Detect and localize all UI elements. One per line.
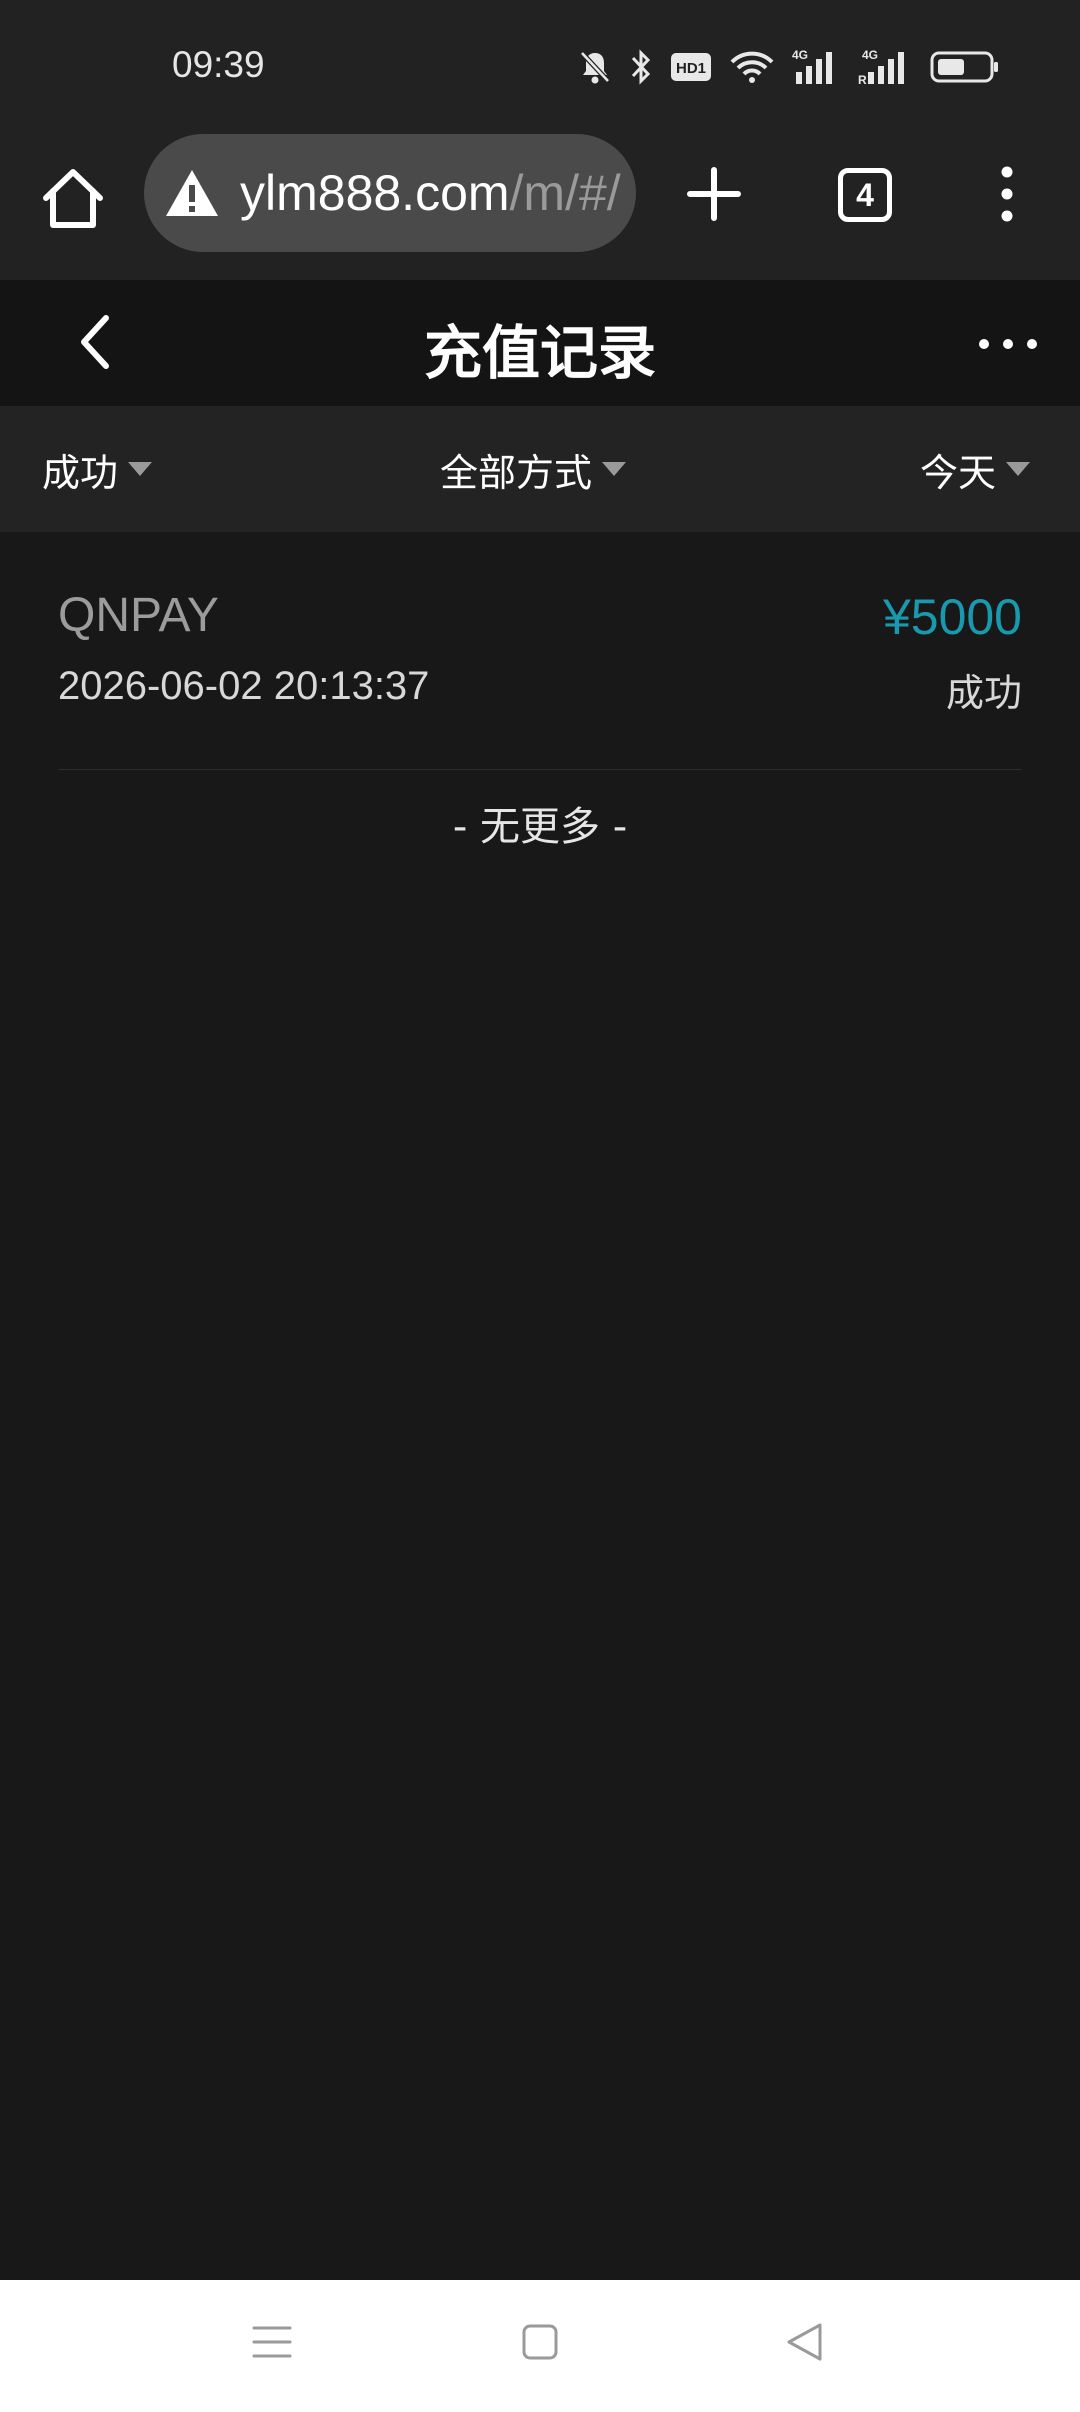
back-triangle-icon[interactable] [786, 2322, 822, 2362]
overflow-menu-icon[interactable] [992, 162, 1022, 226]
record-method: QNPAY [58, 589, 219, 642]
svg-text:HD1: HD1 [676, 60, 706, 77]
caret-down-icon [128, 462, 153, 476]
wifi-icon [730, 51, 774, 83]
system-nav-bar [0, 2280, 1080, 2412]
recent-apps-icon[interactable] [252, 2322, 292, 2362]
url-text[interactable]: ylm888.com/m/#/ [240, 164, 621, 222]
list-item[interactable]: QNPAY ¥5000 2026-06-02 20:13:37 成功 [58, 578, 1022, 770]
address-bar[interactable]: ylm888.com/m/#/ [144, 134, 636, 252]
caret-down-icon [602, 462, 627, 476]
page-title: 充值记录 [423, 319, 656, 387]
record-status: 成功 [945, 671, 1022, 715]
list-end-text: - 无更多 - [452, 804, 628, 850]
tab-switcher-button[interactable]: 4 [838, 168, 892, 222]
bluetooth-icon [631, 49, 651, 85]
record-time: 2026-06-02 20:13:37 [58, 664, 430, 708]
url-path: /m/#/ [509, 165, 621, 221]
signal-4g-roaming-icon: 4G R [858, 48, 904, 86]
mute-bell-icon [580, 51, 610, 84]
filter-status-label: 成功 [42, 450, 119, 495]
filter-bar: 成功 全部方式 今天 [0, 406, 1080, 532]
more-dots-icon[interactable] [976, 332, 1040, 356]
status-icons: HD1 4G 4G R [578, 46, 1000, 88]
signal-4g-icon: 4G [792, 48, 832, 84]
svg-text:R: R [858, 73, 867, 86]
home-square-icon[interactable] [522, 2324, 558, 2360]
hd-icon: HD1 [671, 53, 711, 81]
status-bar: 09:39 HD1 4G 4G R [0, 0, 1080, 134]
filter-date-label: 今天 [919, 450, 996, 495]
filter-date-dropdown[interactable]: 今天 [919, 444, 1030, 495]
warning-icon[interactable] [164, 168, 220, 218]
browser-toolbar: ylm888.com/m/#/ 4 [0, 134, 1080, 280]
url-host: ylm888.com [240, 165, 510, 221]
svg-text:4G: 4G [862, 48, 878, 62]
filter-method-label: 全部方式 [440, 450, 593, 495]
status-time: 09:39 [172, 44, 265, 85]
svg-text:4G: 4G [792, 48, 808, 62]
filter-status-dropdown[interactable]: 成功 [42, 444, 153, 495]
battery-icon [930, 51, 998, 83]
new-tab-icon[interactable] [682, 162, 746, 226]
record-amount: ¥5000 [882, 589, 1022, 645]
filter-method-dropdown[interactable]: 全部方式 [440, 444, 627, 495]
tab-count: 4 [856, 176, 874, 213]
page-header: 充值记录 [0, 280, 1080, 406]
caret-down-icon [1006, 462, 1030, 476]
home-icon[interactable] [38, 164, 108, 234]
